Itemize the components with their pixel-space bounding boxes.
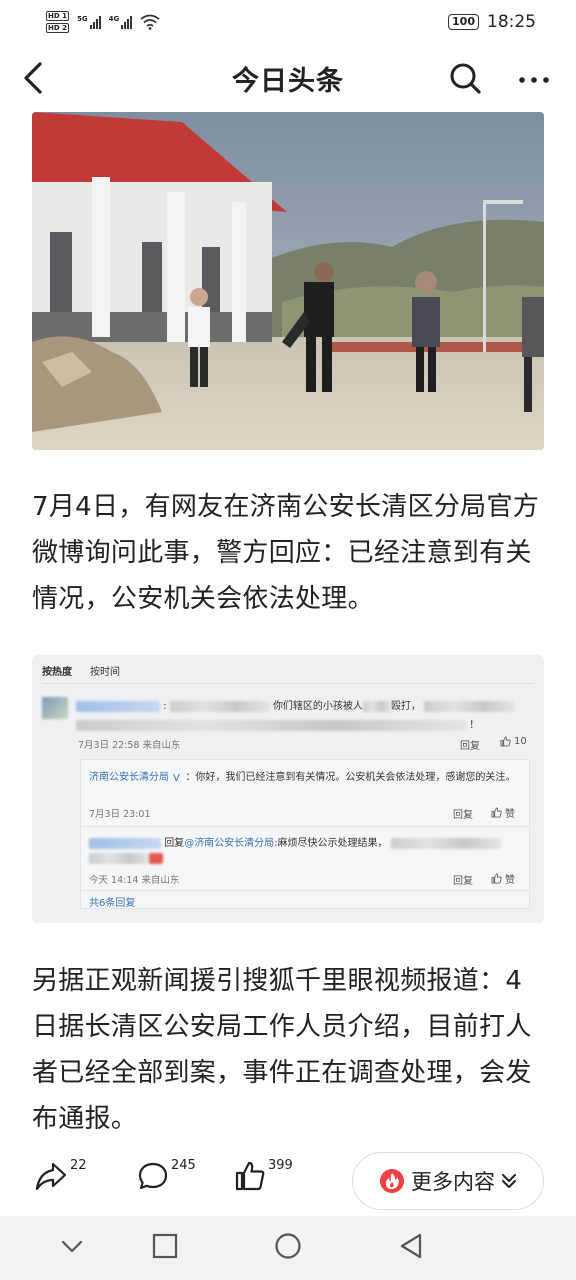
article-action-bar: 22 245 399 更多内容 — [0, 1150, 576, 1214]
weibo-screenshot[interactable]: 按热度 按时间 : 你们辖区的小孩被人 殴打， ！ 7月3日 22:58 来自山东… — [32, 655, 544, 923]
police-reply: 济南公安长清分局 V ：你好，我们已经注意到有关情况。公安机关会依法处理，感谢您… — [89, 772, 516, 784]
reply-2-reply-button[interactable]: 回复 — [453, 872, 473, 887]
comment-1-reply-button[interactable]: 回复 — [460, 737, 480, 752]
police-reply-meta: 7月3日 23:01 — [89, 809, 151, 820]
weibo-sort-tabs: 按热度 按时间 — [42, 663, 534, 684]
thumbs-up-icon — [500, 736, 511, 747]
tab-by-hot: 按热度 — [42, 667, 72, 678]
more-options-icon[interactable] — [512, 58, 556, 98]
home-icon[interactable] — [273, 1232, 303, 1262]
search-icon[interactable] — [445, 58, 485, 98]
back-arrow-icon[interactable] — [18, 58, 58, 98]
share-count: 22 — [70, 1158, 87, 1173]
thumbs-up-icon — [235, 1161, 265, 1191]
wifi-icon — [140, 14, 160, 30]
police-reply-reply-button[interactable]: 回复 — [453, 806, 473, 821]
comment-1-like-button[interactable]: 10 — [500, 736, 527, 747]
police-account-name[interactable]: 济南公安长清分局 — [89, 772, 169, 783]
more-content-label: 更多内容 — [411, 1170, 495, 1194]
top-nav: 今日头条 — [0, 44, 576, 112]
verified-badge-icon: V — [173, 773, 180, 784]
system-nav-bar — [0, 1216, 576, 1280]
status-time: 18:25 — [487, 12, 536, 32]
reply-2-line-2 — [89, 853, 163, 865]
news-photo[interactable] — [32, 112, 544, 450]
hd2-badge: HD 2 — [46, 23, 69, 33]
commenter-avatar — [42, 697, 68, 719]
article-paragraph-1: 7月4日，有网友在济南公安长清区分局官方微博询问此事，警方回应：已经注意到有关情… — [32, 492, 540, 614]
double-chevron-down-icon — [502, 1174, 516, 1188]
reply-2-line-1: 回复@济南公安长清分局:麻烦尽快公示处理结果， — [89, 834, 519, 849]
share-button[interactable]: 22 — [34, 1158, 87, 1192]
recent-apps-icon[interactable] — [152, 1232, 178, 1260]
nested-replies: 济南公安长清分局 V ：你好，我们已经注意到有关情况。公安机关会依法处理，感谢您… — [80, 759, 530, 909]
thumbs-up-icon — [491, 873, 502, 884]
article-paragraph-2: 另据正观新闻援引搜狐千里眼视频报道：4日据长清区公安局工作人员介绍，目前打人者已… — [32, 966, 532, 1134]
reply-2-mention[interactable]: @济南公安长清分局 — [184, 838, 274, 849]
back-triangle-icon[interactable] — [398, 1232, 424, 1262]
reply-2-like-button[interactable]: 赞 — [491, 871, 515, 886]
status-bar: HD 1 HD 2 5G 4G 100 18:25 — [0, 0, 576, 44]
signal-4g-icon: 4G — [109, 15, 133, 29]
comment-1-line-1: : 你们辖区的小孩被人 殴打， — [76, 697, 536, 712]
reply-2-meta: 今天 14:14 来自山东 — [89, 875, 180, 886]
thumbs-up-icon — [491, 807, 502, 818]
police-reply-like-button[interactable]: 赞 — [491, 805, 515, 820]
status-right: 100 18:25 — [448, 12, 536, 32]
hd1-badge: HD 1 — [46, 11, 69, 21]
fire-icon — [380, 1169, 404, 1193]
comment-count: 245 — [171, 1158, 196, 1173]
comment-1-meta: 7月3日 22:58 来自山东 — [78, 740, 181, 751]
signal-5g-icon: 5G — [77, 15, 101, 29]
tab-by-time: 按时间 — [90, 667, 120, 678]
comment-1-line-2: ！ — [76, 716, 536, 731]
view-all-replies-link[interactable]: 共6条回复 — [89, 894, 135, 909]
more-content-button[interactable]: 更多内容 — [352, 1152, 544, 1210]
comment-button[interactable]: 245 — [137, 1158, 196, 1192]
share-icon — [35, 1162, 67, 1191]
hide-keyboard-chevron-icon[interactable] — [60, 1232, 84, 1260]
like-count: 399 — [268, 1158, 293, 1173]
comment-bubble-icon — [138, 1162, 168, 1190]
app-title: 今日头条 — [232, 65, 344, 97]
like-button[interactable]: 399 — [234, 1158, 293, 1192]
status-left: HD 1 HD 2 5G 4G — [46, 11, 160, 33]
battery-icon: 100 — [448, 14, 479, 30]
svg-text:V: V — [173, 773, 180, 782]
